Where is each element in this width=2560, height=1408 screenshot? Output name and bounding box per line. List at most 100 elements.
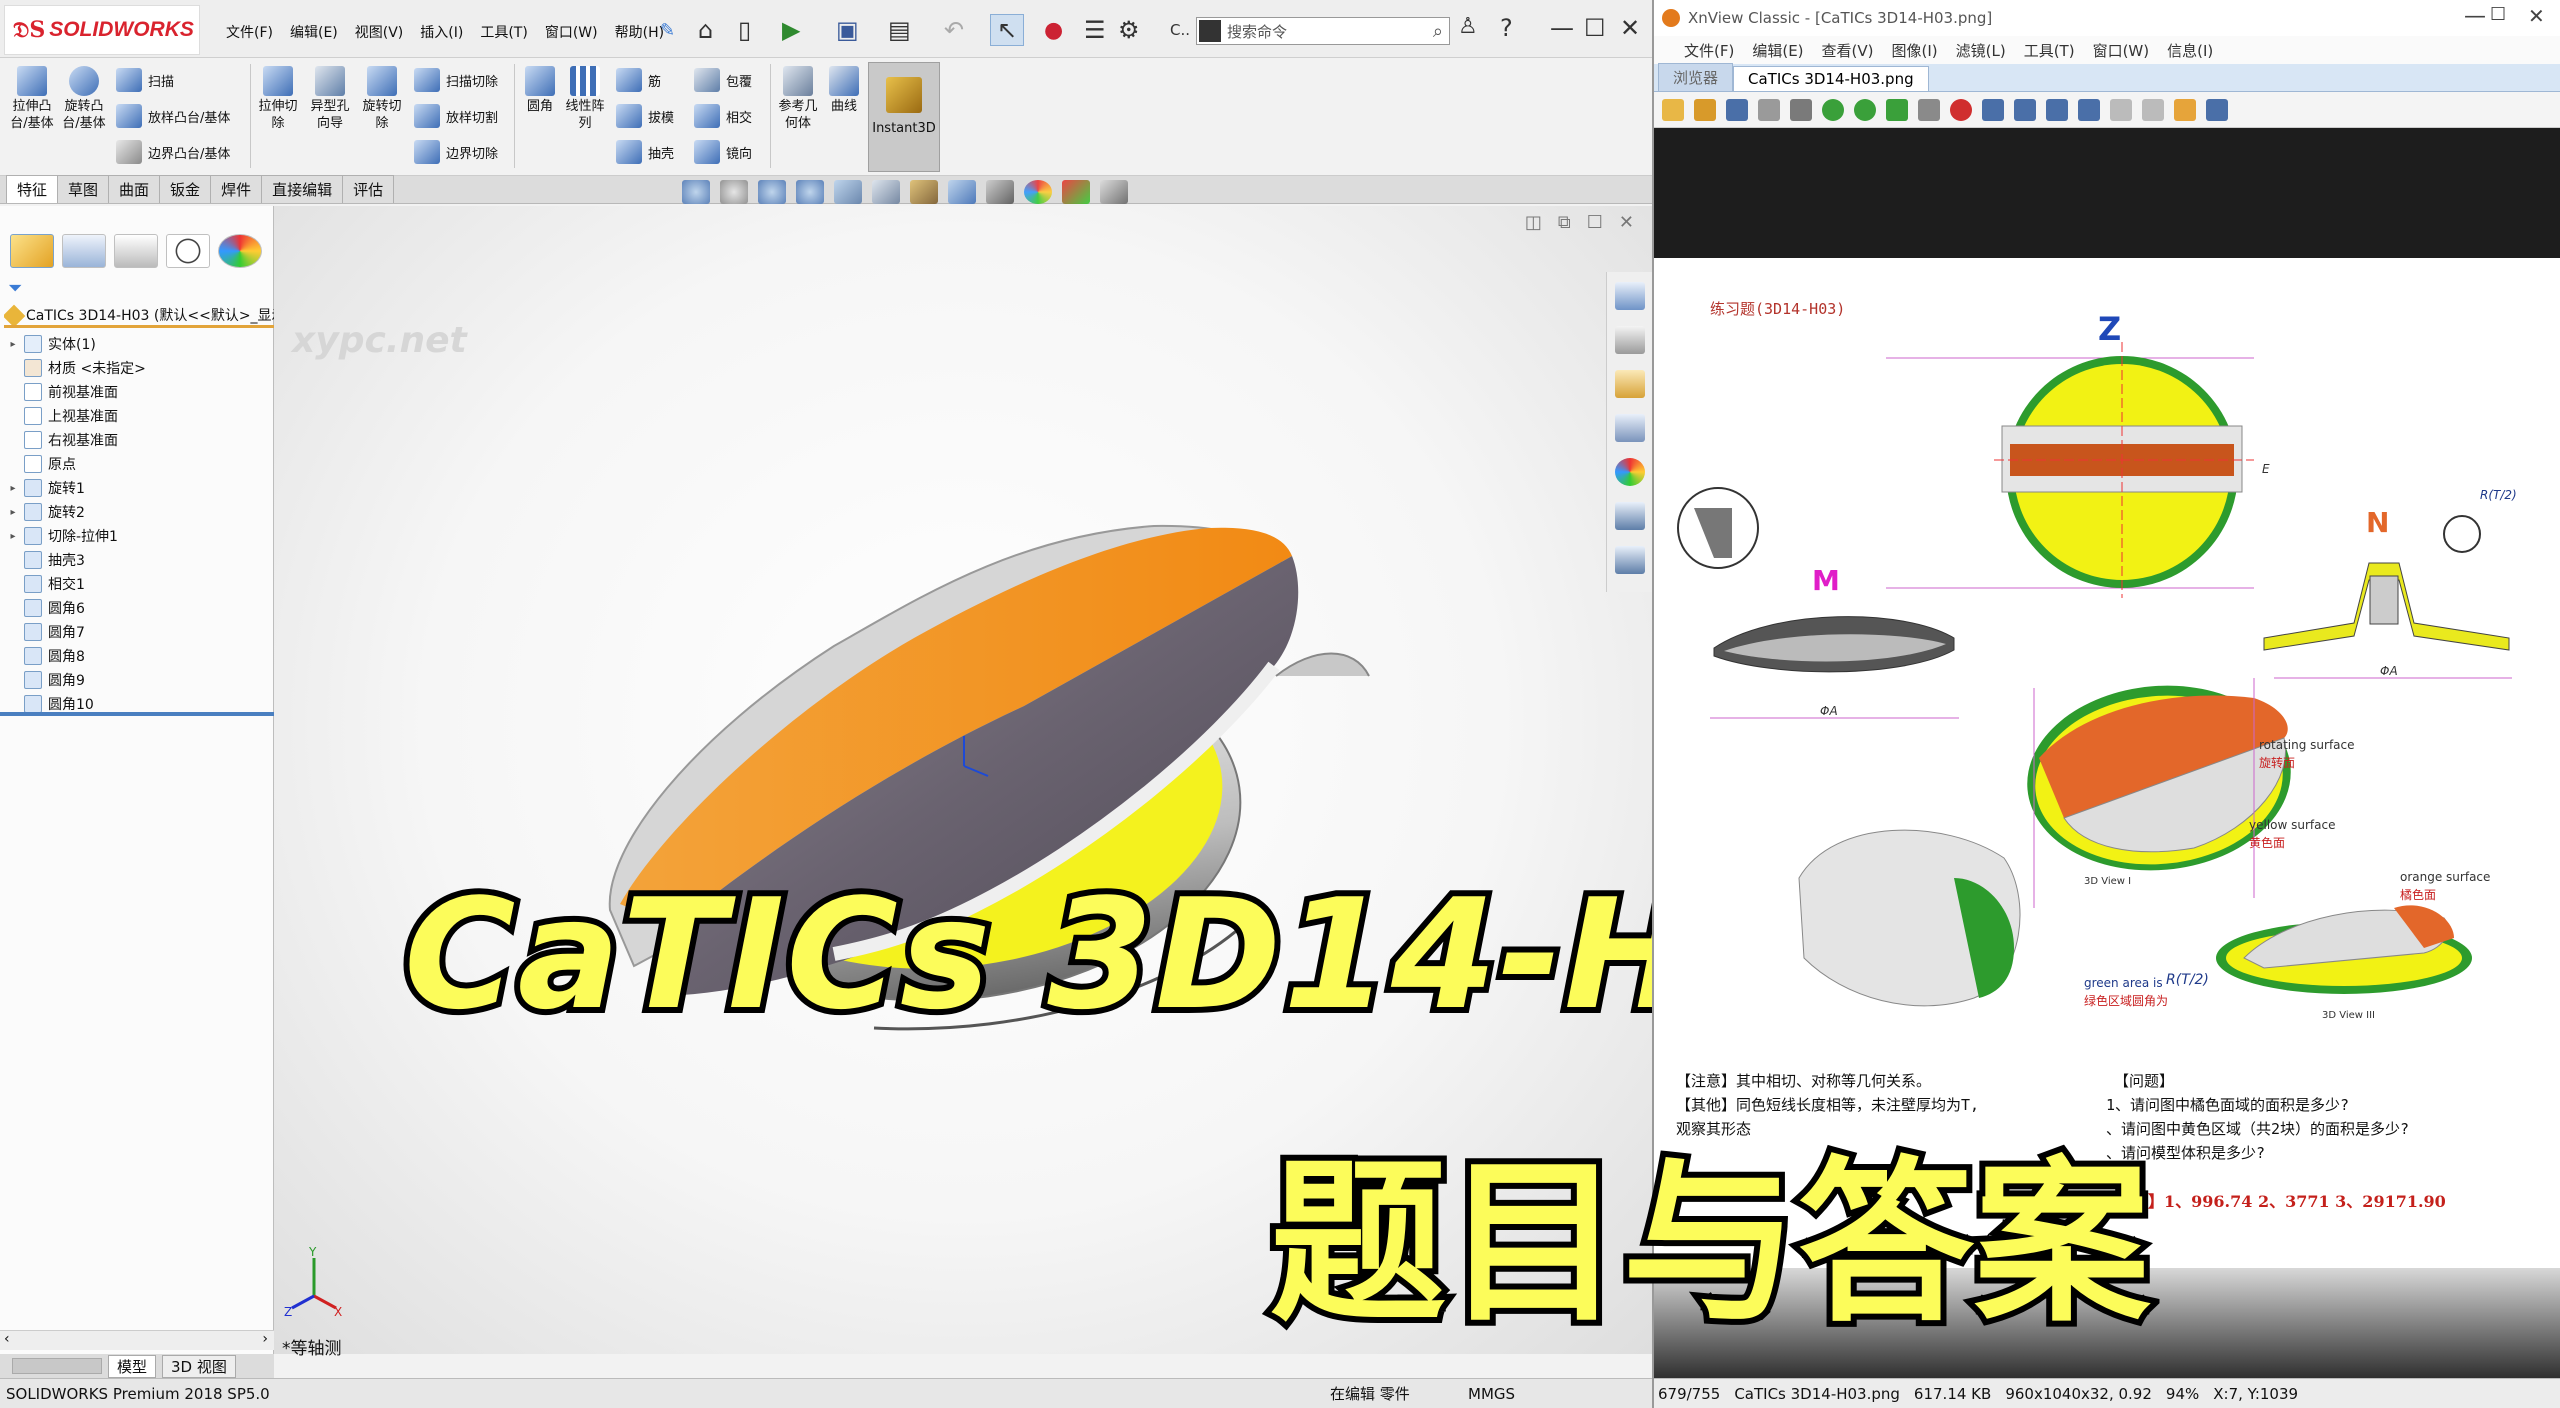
tab-sheet-metal[interactable]: 钣金 <box>159 175 212 203</box>
section-view-icon[interactable] <box>796 180 824 204</box>
linear-pattern-button[interactable]: 线性阵列 <box>564 66 606 132</box>
tree-item[interactable]: 圆角7 <box>0 620 274 644</box>
filter-icon[interactable]: ⏷ <box>8 278 22 299</box>
xv-menu-file[interactable]: 文件(F) <box>1684 40 1734 61</box>
revolve-boss-button[interactable]: 旋转凸台/基体 <box>60 66 108 132</box>
tree-item[interactable]: 右视基准面 <box>0 428 274 452</box>
curves-button[interactable]: 曲线 <box>824 66 864 115</box>
previous-view-icon[interactable] <box>758 180 786 204</box>
appearances-icon[interactable] <box>1614 458 1645 486</box>
wrap-button[interactable]: 包覆 <box>694 68 752 92</box>
apply-scene-icon[interactable] <box>1024 180 1052 204</box>
dimxpert-tab-icon[interactable] <box>166 234 210 268</box>
zoom-to-fit-icon[interactable] <box>682 180 710 204</box>
tree-item[interactable]: 相交1 <box>0 572 274 596</box>
tree-item[interactable]: 圆角8 <box>0 644 274 668</box>
view-settings-icon[interactable] <box>1062 180 1090 204</box>
menu-window[interactable]: 窗口(W) <box>545 22 598 42</box>
scroll-left-icon[interactable]: ‹ <box>4 1331 10 1347</box>
tree-item[interactable]: 抽壳3 <box>0 548 274 572</box>
tree-item[interactable]: 材质 <未指定> <box>0 356 274 380</box>
mirror-button[interactable]: 镜向 <box>694 140 752 164</box>
xv-menu-image[interactable]: 图像(I) <box>1892 40 1938 61</box>
tree-item[interactable]: 圆角6 <box>0 596 274 620</box>
edit-appearance-icon[interactable] <box>986 180 1014 204</box>
menu-edit[interactable]: 编辑(E) <box>290 22 338 42</box>
zoom-area-icon[interactable] <box>720 180 748 204</box>
horizontal-scrollbar[interactable]: ‹ › <box>0 1330 274 1350</box>
open-file-icon[interactable]: ▶ <box>782 14 800 46</box>
xv-menu-tools[interactable]: 工具(T) <box>2024 40 2075 61</box>
resources-home-icon[interactable] <box>1614 282 1645 310</box>
revolve-cut-button[interactable]: 旋转切除 <box>360 66 404 132</box>
hide-show-items-icon[interactable] <box>948 180 976 204</box>
xv-menu-filter[interactable]: 滤镜(L) <box>1956 40 2006 61</box>
configuration-manager-tab-icon[interactable] <box>114 234 158 268</box>
expand-arrow-icon[interactable]: ▸ <box>6 339 20 350</box>
expand-arrow-icon[interactable]: ▸ <box>6 531 20 542</box>
unit-system[interactable]: MMGS <box>1468 1385 1515 1403</box>
select-icon[interactable]: ↖ <box>990 14 1024 46</box>
close-icon[interactable]: ✕ <box>1620 14 1640 42</box>
tab-navigation-arrows[interactable] <box>12 1358 102 1374</box>
user-icon[interactable]: ♙ <box>1458 14 1478 39</box>
loft-boss-button[interactable]: 放样凸台/基体 <box>116 104 230 128</box>
search-input[interactable]: 搜索命令 <box>1227 21 1433 42</box>
search-commands[interactable]: 搜索命令 ⌕ <box>1196 17 1450 45</box>
swept-cut-button[interactable]: 扫描切除 <box>414 68 498 92</box>
instant3d-button[interactable]: Instant3D <box>868 62 940 172</box>
open-folder-icon[interactable] <box>1694 98 1716 121</box>
xv-menu-view[interactable]: 查看(V) <box>1822 40 1874 61</box>
search-mode-icon[interactable] <box>1199 20 1221 42</box>
feature-manager-tab-icon[interactable] <box>10 234 54 268</box>
crop-icon[interactable] <box>1758 98 1780 121</box>
boundary-cut-button[interactable]: 边界切除 <box>414 140 498 164</box>
xnview-minimize-icon[interactable]: — <box>2464 4 2486 29</box>
actual-size-icon[interactable] <box>2142 98 2164 121</box>
save-icon[interactable]: ▣ <box>836 14 859 46</box>
custom-properties-icon[interactable] <box>1614 502 1645 530</box>
help-icon[interactable]: ? <box>1500 14 1513 42</box>
tab-image-file[interactable]: CaTICs 3D14-H03.png <box>1733 66 1929 91</box>
tree-item[interactable]: 上视基准面 <box>0 404 274 428</box>
menu-tools[interactable]: 工具(T) <box>480 22 527 42</box>
tab-sketch[interactable]: 草图 <box>57 175 110 203</box>
tab-features[interactable]: 特征 <box>6 175 59 203</box>
tree-item[interactable]: ▸ 切除-拉伸1 <box>0 524 274 548</box>
design-library-icon[interactable] <box>1614 326 1645 354</box>
tree-item[interactable]: 圆角9 <box>0 668 274 692</box>
search-icon[interactable]: ⌕ <box>1433 21 1443 42</box>
sweep-button[interactable]: 扫描 <box>116 68 174 92</box>
expand-arrow-icon[interactable]: ▸ <box>6 507 20 518</box>
undo-icon[interactable]: ↶ <box>944 14 964 46</box>
menu-view[interactable]: 视图(V) <box>355 22 404 42</box>
rollback-bar[interactable] <box>0 712 274 716</box>
tab-browser[interactable]: 浏览器 <box>1658 63 1734 91</box>
lofted-cut-button[interactable]: 放样切割 <box>414 104 498 128</box>
extrude-cut-button[interactable]: 拉伸切除 <box>256 66 300 132</box>
xv-save-icon[interactable] <box>1726 98 1748 121</box>
tree-item[interactable]: ▸ 旋转2 <box>0 500 274 524</box>
effects-icon[interactable] <box>1950 98 1972 121</box>
rib-button[interactable]: 筋 <box>616 68 661 92</box>
rotate-right-icon[interactable] <box>1854 98 1876 121</box>
display-style-icon[interactable] <box>910 180 938 204</box>
tree-item[interactable]: 原点 <box>0 452 274 476</box>
overflow-label[interactable]: C.. <box>1170 14 1190 46</box>
tree-item[interactable]: ▸ 实体(1) <box>0 332 274 356</box>
xv-menu-window[interactable]: 窗口(W) <box>2093 40 2150 61</box>
tree-root-part[interactable]: CaTICs 3D14-H03 (默认<<默认>_显示 <box>4 304 274 328</box>
tab-surfaces[interactable]: 曲面 <box>108 175 161 203</box>
draft-button[interactable]: 拔模 <box>616 104 674 128</box>
next-image-icon[interactable] <box>2078 98 2100 121</box>
previous-image-icon[interactable] <box>2046 98 2068 121</box>
file-explorer-icon[interactable] <box>1614 370 1645 398</box>
tab-direct-editing[interactable]: 直接编辑 <box>261 175 344 203</box>
flip-icon[interactable] <box>1886 98 1908 121</box>
scroll-right-icon[interactable]: › <box>262 1331 268 1347</box>
zoom-out-icon[interactable] <box>2014 98 2036 121</box>
solidworks-logo[interactable]: 𝔇S SOLIDWORKS <box>4 5 200 55</box>
xv-menu-info[interactable]: 信息(I) <box>2167 40 2213 61</box>
property-manager-tab-icon[interactable] <box>62 234 106 268</box>
fullscreen-icon[interactable] <box>2206 98 2228 121</box>
